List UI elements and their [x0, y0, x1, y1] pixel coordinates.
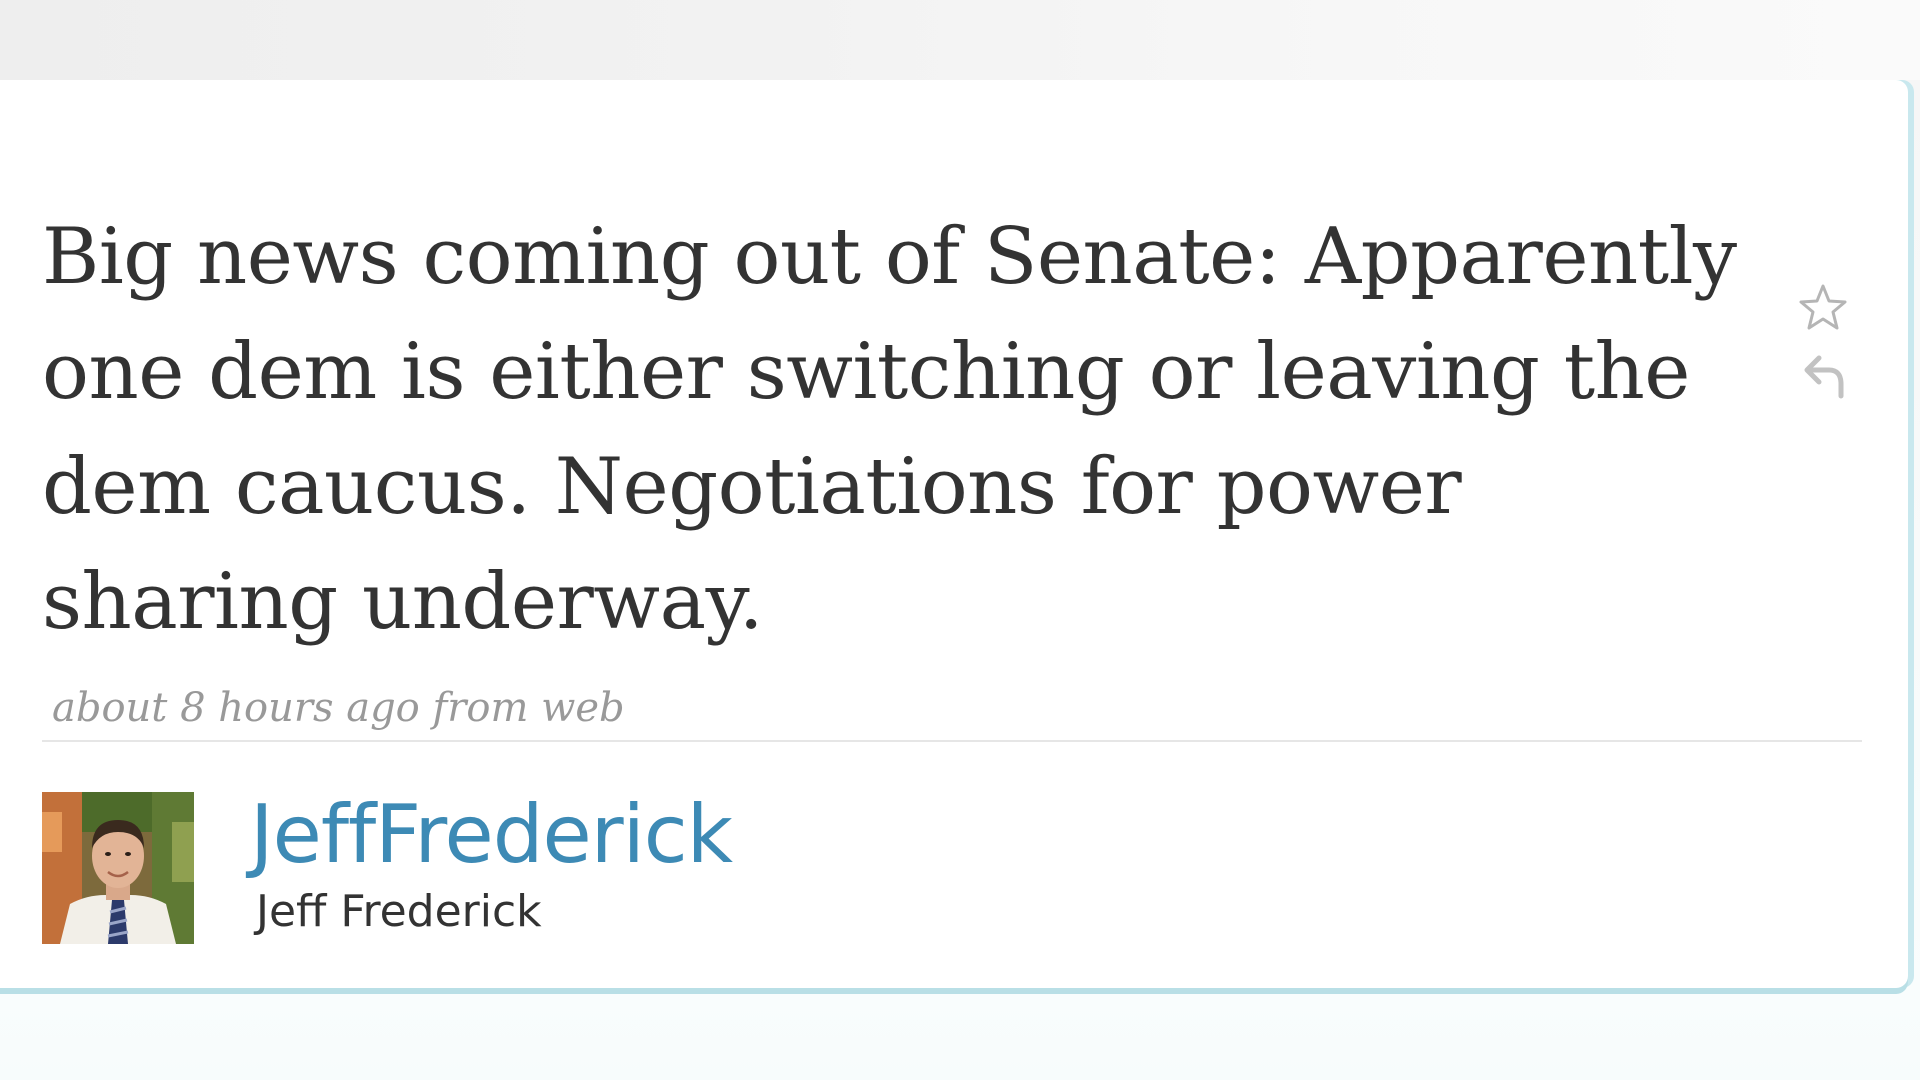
- tweet-text: Big news coming out of Senate: Apparentl…: [42, 212, 1737, 647]
- source-link[interactable]: web: [541, 685, 625, 731]
- source-prefix: from: [419, 685, 542, 731]
- author-full-name: Jeff Frederick: [256, 886, 542, 937]
- author-screen-name-link[interactable]: JeffFrederick: [250, 785, 733, 885]
- divider: [42, 740, 1862, 742]
- author-avatar[interactable]: [42, 792, 194, 944]
- tweet-card: Big news coming out of Senate: Apparentl…: [0, 80, 1908, 988]
- timestamp-link[interactable]: about 8 hours ago: [52, 685, 420, 731]
- tweet-meta: about 8 hours ago from web: [52, 685, 625, 731]
- tweet-actions: [1795, 280, 1855, 416]
- favorite-star-icon[interactable]: [1795, 280, 1851, 336]
- reply-arrow-icon[interactable]: [1795, 348, 1851, 404]
- page-header-band: [0, 0, 1920, 80]
